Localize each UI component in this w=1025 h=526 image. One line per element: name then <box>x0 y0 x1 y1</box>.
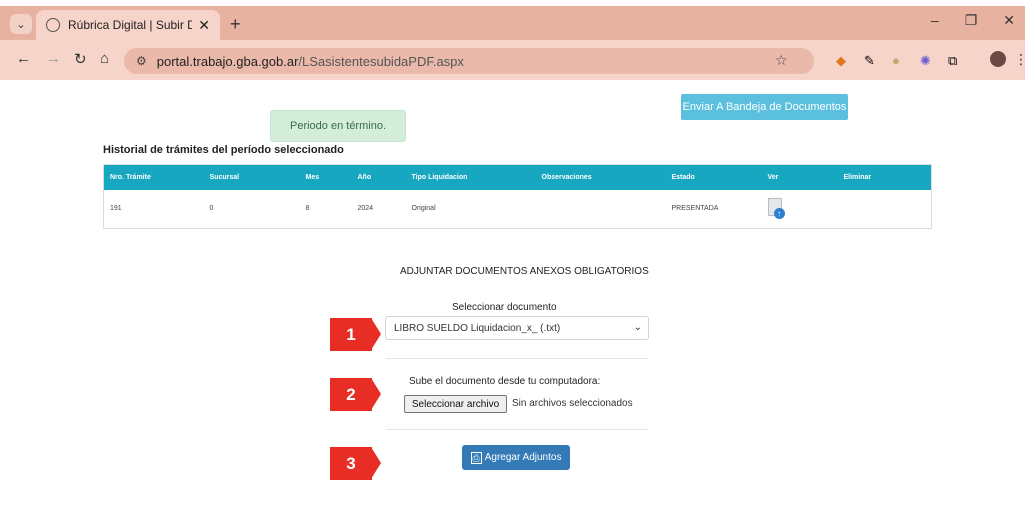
metamask-icon[interactable]: ◆ <box>836 53 846 69</box>
attachments-title: ADJUNTAR DOCUMENTOS ANEXOS OBLIGATORIOS <box>400 266 649 277</box>
history-table: Nro. Trámite Sucursal Mes Año Tipo Liqui… <box>103 164 932 229</box>
window-close-icon[interactable]: ✕ <box>1003 12 1015 29</box>
globe-icon <box>46 18 60 32</box>
address-bar[interactable]: ⚙ portal.trabajo.gba.gob.ar/LSasistentes… <box>124 48 814 74</box>
cell-tipo: Original <box>411 205 436 213</box>
step-marker-3: 3 <box>330 447 372 480</box>
cell-mes: 8 <box>305 205 310 213</box>
select-document-label: Seleccionar documento <box>452 302 557 313</box>
col-observaciones: Observaciones <box>535 164 666 190</box>
browser-chrome: ⌄ Rúbrica Digital | Subir Documen ✕ + – … <box>0 0 1025 90</box>
back-icon[interactable]: ← <box>16 50 31 67</box>
view-document-icon[interactable]: ↑ <box>767 197 786 220</box>
url-path: /LSasistentesubidaPDF.aspx <box>298 53 464 69</box>
profile-avatar[interactable] <box>990 51 1006 67</box>
cell-estado: PRESENTADA <box>671 205 719 213</box>
file-status: Sin archivos seleccionados <box>512 398 633 409</box>
send-to-inbox-button[interactable]: Enviar A Bandeja de Documentos <box>681 94 848 120</box>
tab-strip: ⌄ Rúbrica Digital | Subir Documen ✕ + – … <box>0 6 1025 40</box>
extension-icon[interactable]: ● <box>892 53 900 68</box>
add-attachments-label: Agregar Adjuntos <box>484 452 562 463</box>
history-title: Historial de trámites del período selecc… <box>103 144 344 156</box>
col-mes: Mes <box>299 164 352 190</box>
page-content: Periodo en término. Enviar A Bandeja de … <box>0 80 1025 526</box>
close-icon[interactable]: ✕ <box>198 17 210 34</box>
col-sucursal: Sucursal <box>203 164 300 190</box>
upload-label: Sube el documento desde tu computadora: <box>409 376 601 387</box>
step-marker-1: 1 <box>330 318 372 351</box>
eyedropper-icon[interactable]: ✎ <box>864 53 875 69</box>
divider <box>386 358 648 359</box>
col-nro: Nro. Trámite <box>103 164 204 190</box>
tab-search-icon[interactable]: ⌄ <box>10 14 32 34</box>
step-arrow-3 <box>371 447 381 479</box>
document-type-select[interactable]: LIBRO SUELDO Liquidacion_x_ (.txt) ⌄ <box>385 316 649 340</box>
browser-toolbar: ← → ↻ ⌂ ⚙ portal.trabajo.gba.gob.ar/LSas… <box>0 40 1025 80</box>
restore-icon[interactable]: ❐ <box>965 12 978 29</box>
cell-ver: ↑ <box>762 190 838 229</box>
site-info-icon[interactable]: ⚙ <box>136 54 147 68</box>
col-tipo: Tipo Liquidacion <box>405 164 536 190</box>
cell-sucursal: 0 <box>209 205 214 213</box>
extension-gear-icon[interactable]: ✺ <box>920 53 931 69</box>
new-tab-icon[interactable]: + <box>230 14 241 35</box>
col-anio: Año <box>351 164 406 190</box>
pdf-icon: ⎙ <box>470 451 482 464</box>
divider <box>386 429 648 430</box>
home-icon[interactable]: ⌂ <box>100 50 109 67</box>
cell-observaciones <box>536 190 666 229</box>
col-ver: Ver <box>761 164 838 190</box>
add-attachments-button[interactable]: ⎙ Agregar Adjuntos <box>462 445 570 470</box>
col-estado: Estado <box>665 164 762 190</box>
table-header-row: Nro. Trámite Sucursal Mes Año Tipo Liqui… <box>103 164 932 190</box>
status-message: Periodo en término. <box>270 110 406 142</box>
cell-eliminar <box>838 190 932 229</box>
document-type-value: LIBRO SUELDO Liquidacion_x_ (.txt) <box>394 322 561 334</box>
step-arrow-2 <box>371 378 381 410</box>
window-controls: – ❐ ✕ <box>931 12 1025 29</box>
forward-icon[interactable]: → <box>46 50 61 67</box>
step-marker-2: 2 <box>330 378 372 411</box>
table-row: 191 0 8 2024 Original PRESENTADA ↑ <box>104 190 932 229</box>
col-eliminar: Eliminar <box>837 164 932 190</box>
step-arrow-1 <box>371 318 381 350</box>
puzzle-icon[interactable]: ⧉ <box>948 53 957 69</box>
choose-file-button[interactable]: Seleccionar archivo <box>404 395 507 413</box>
tab-active[interactable]: Rúbrica Digital | Subir Documen ✕ <box>36 10 220 40</box>
menu-icon[interactable]: ⋮ <box>1014 51 1025 68</box>
cell-anio: 2024 <box>357 205 374 213</box>
cell-nro: 191 <box>110 205 122 213</box>
tab-title: Rúbrica Digital | Subir Documen <box>68 18 193 32</box>
reload-icon[interactable]: ↻ <box>74 50 87 68</box>
bookmark-star-icon[interactable]: ☆ <box>775 52 788 69</box>
url-domain: portal.trabajo.gba.gob.ar <box>156 53 299 69</box>
chevron-down-icon: ⌄ <box>633 322 642 333</box>
minimize-icon[interactable]: – <box>931 12 939 29</box>
